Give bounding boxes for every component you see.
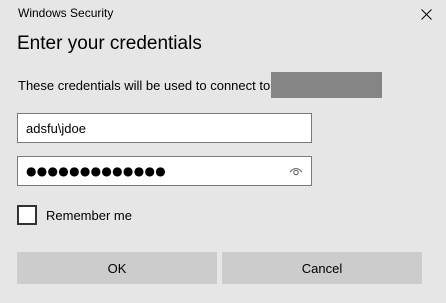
username-field[interactable] [17, 113, 312, 143]
remember-me-option[interactable]: Remember me [17, 205, 132, 225]
password-field[interactable]: ●●●●●●●●●●●●● [17, 156, 312, 186]
password-input[interactable]: ●●●●●●●●●●●●● [26, 157, 166, 185]
close-icon [420, 8, 432, 20]
remember-me-checkbox[interactable] [17, 205, 37, 225]
redacted-server-name [271, 72, 383, 98]
window-title: Windows Security [18, 6, 114, 20]
eye-icon[interactable] [289, 165, 303, 177]
dialog-heading: Enter your credentials [17, 33, 202, 54]
connection-message: These credentials will be used to connec… [18, 77, 271, 93]
message-row: These credentials will be used to connec… [18, 72, 383, 98]
title-bar: Windows Security [0, 0, 446, 28]
remember-me-label: Remember me [46, 207, 132, 223]
cancel-button[interactable]: Cancel [222, 252, 422, 284]
ok-button[interactable]: OK [17, 252, 217, 284]
close-button[interactable] [414, 3, 438, 25]
username-input[interactable] [18, 114, 311, 142]
credentials-dialog: Windows Security Enter your credentials … [0, 0, 446, 303]
